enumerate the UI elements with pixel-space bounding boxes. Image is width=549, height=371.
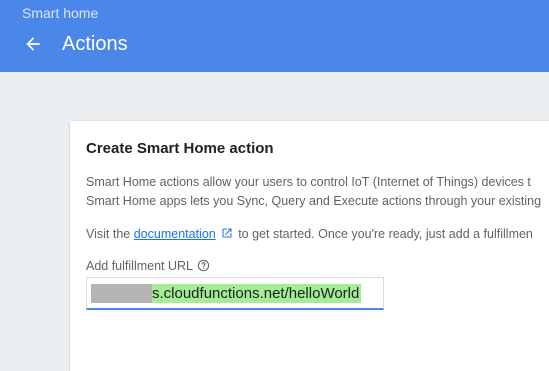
get-started-text: Visit the documentation to get started. … [86,227,533,241]
card-title: Create Smart Home action [86,140,274,157]
fulfillment-url-label: Add fulfillment URL [86,259,210,273]
fulfillment-url-input[interactable]: s.cloudfunctions.net/helloWorld [86,277,384,310]
description-line-1: Smart Home actions allow your users to c… [86,175,531,189]
arrow-back-icon[interactable] [23,34,43,54]
visit-suffix: to get started. Once you're ready, just … [234,227,533,241]
breadcrumb[interactable]: Smart home [22,5,98,21]
fulfillment-url-value[interactable]: s.cloudfunctions.net/helloWorld [152,284,362,303]
description-line-2: Smart Home apps lets you Sync, Query and… [86,194,542,208]
open-in-new-icon[interactable] [221,227,233,239]
documentation-link[interactable]: documentation [134,227,216,241]
visit-prefix: Visit the [86,227,134,241]
help-circle-icon[interactable] [197,259,210,272]
redacted-url-prefix [91,284,152,303]
page-title: Actions [62,33,128,55]
app-header: Smart home Actions [0,0,549,72]
fulfillment-label-text: Add fulfillment URL [86,259,193,273]
create-action-card: Create Smart Home action Smart Home acti… [70,121,549,371]
